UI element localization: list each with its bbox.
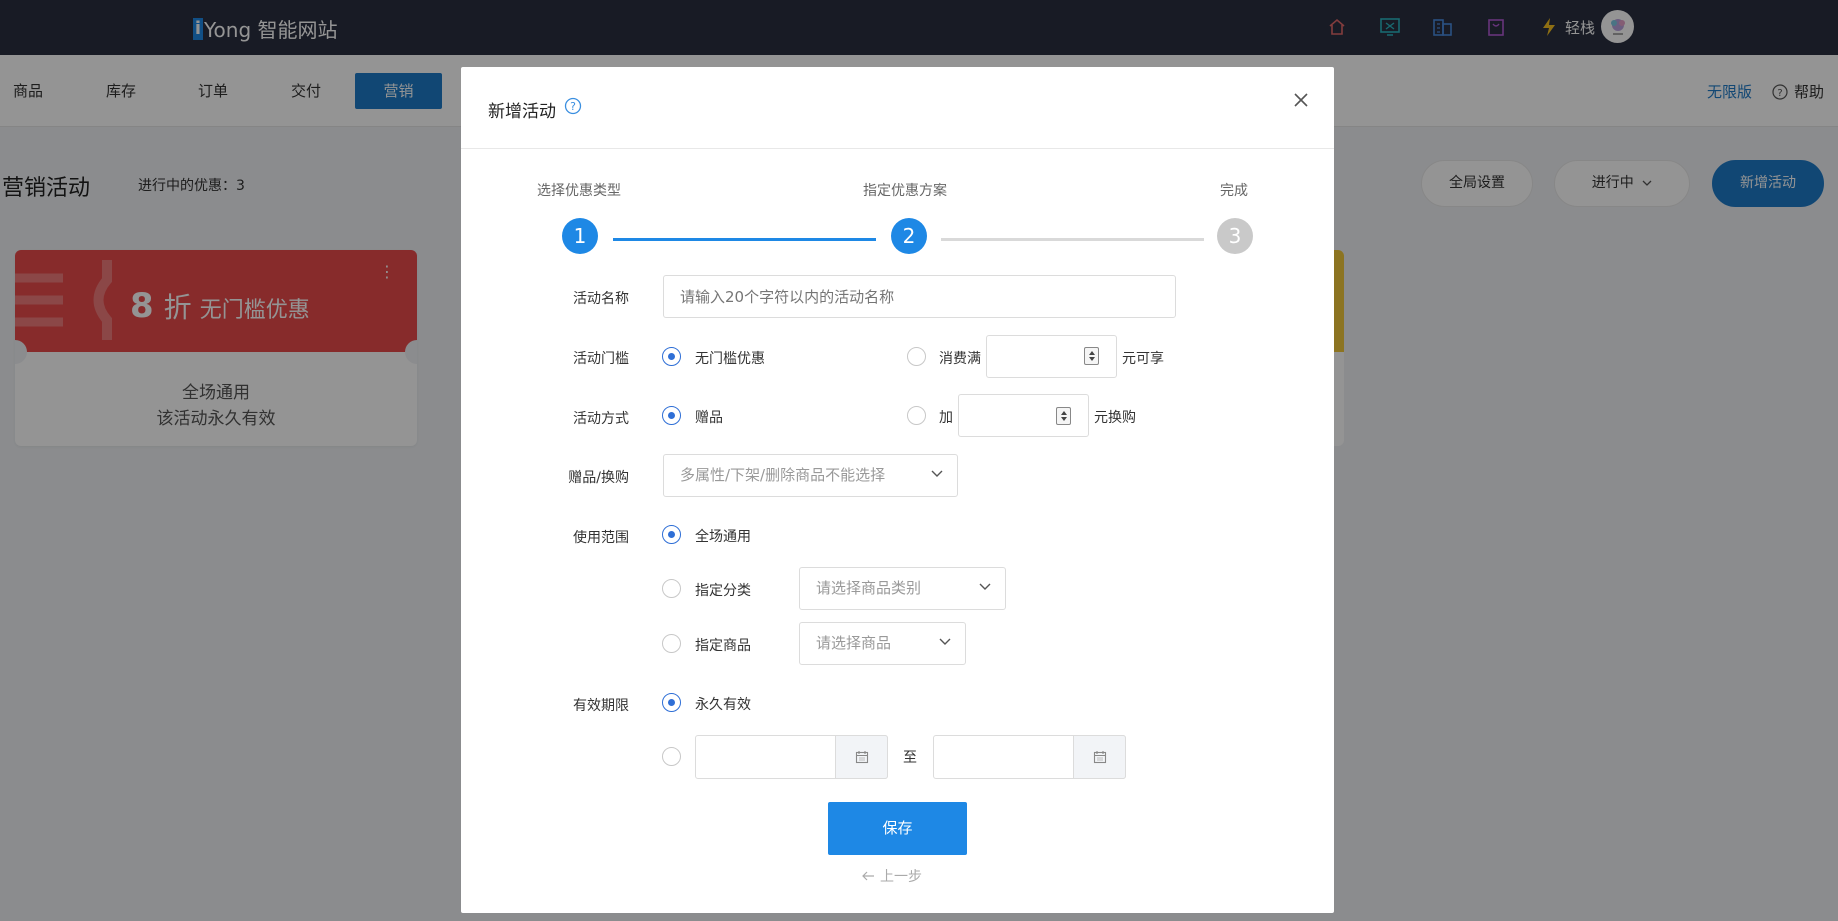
step-line-1 xyxy=(613,238,876,241)
step-3-circle: 3 xyxy=(1217,218,1253,254)
activity-name-input[interactable] xyxy=(663,275,1176,318)
step-2-label: 指定优惠方案 xyxy=(863,183,947,199)
threshold-none-text: 无门槛优惠 xyxy=(695,351,765,367)
method-addon-radio[interactable] xyxy=(907,406,926,425)
step-2-circle: 2 xyxy=(891,218,927,254)
scope-all-text: 全场通用 xyxy=(695,529,751,545)
gift-label: 赠品/换购 xyxy=(568,470,629,486)
validity-permanent-radio[interactable] xyxy=(662,693,681,712)
threshold-label: 活动门槛 xyxy=(573,351,629,367)
modal-header: 新增活动 ? xyxy=(461,67,1334,149)
gift-select-placeholder: 多属性/下架/删除商品不能选择 xyxy=(680,466,886,484)
method-label: 活动方式 xyxy=(573,411,629,427)
threshold-min-suffix: 元可享 xyxy=(1122,351,1164,367)
start-calendar-button[interactable] xyxy=(835,735,888,779)
validity-permanent-text: 永久有效 xyxy=(695,697,751,713)
date-separator: 至 xyxy=(903,750,917,766)
step-line-2 xyxy=(941,238,1204,241)
end-date-input[interactable] xyxy=(933,735,1126,779)
step-1-label: 选择优惠类型 xyxy=(537,183,621,199)
start-date-input[interactable] xyxy=(695,735,888,779)
validity-label: 有效期限 xyxy=(573,698,629,714)
method-addon-prefix: 加 xyxy=(939,410,953,426)
modal-title: 新增活动 xyxy=(488,102,556,122)
end-calendar-button[interactable] xyxy=(1073,735,1126,779)
svg-text:?: ? xyxy=(570,100,576,113)
scope-category-text: 指定分类 xyxy=(695,583,751,599)
calendar-icon xyxy=(855,751,868,764)
scope-label: 使用范围 xyxy=(573,530,629,546)
scope-all-radio[interactable] xyxy=(662,525,681,544)
save-button[interactable]: 保存 xyxy=(828,802,967,855)
back-label: 上一步 xyxy=(880,869,922,885)
step-1-circle: 1 xyxy=(562,218,598,254)
method-gift-radio[interactable] xyxy=(662,406,681,425)
step-3-label: 完成 xyxy=(1220,183,1248,199)
question-circle-icon[interactable]: ? xyxy=(564,97,582,115)
chevron-down-icon xyxy=(939,638,951,645)
threshold-none-radio[interactable] xyxy=(662,347,681,366)
method-addon-suffix: 元换购 xyxy=(1094,410,1136,426)
scope-category-radio[interactable] xyxy=(662,579,681,598)
product-select-placeholder: 请选择商品 xyxy=(816,634,892,652)
close-button[interactable] xyxy=(1286,85,1316,115)
calendar-icon xyxy=(1093,751,1106,764)
close-icon xyxy=(1294,93,1308,107)
chevron-down-icon xyxy=(931,470,943,477)
method-gift-text: 赠品 xyxy=(695,410,723,426)
back-link[interactable]: 上一步 xyxy=(861,866,922,886)
category-select[interactable]: 请选择商品类别 xyxy=(799,567,1006,610)
scope-product-radio[interactable] xyxy=(662,634,681,653)
threshold-min-prefix: 消费满 xyxy=(939,351,981,367)
activity-name-label: 活动名称 xyxy=(573,291,629,307)
validity-range-radio[interactable] xyxy=(662,747,681,766)
chevron-down-icon xyxy=(979,583,991,590)
product-select[interactable]: 请选择商品 xyxy=(799,622,966,665)
threshold-amount-stepper[interactable] xyxy=(1084,347,1099,365)
new-activity-modal: 新增活动 ? 选择优惠类型 指定优惠方案 完成 1 2 3 活动名称 活动门槛 … xyxy=(461,67,1334,913)
gift-select[interactable]: 多属性/下架/删除商品不能选择 xyxy=(663,454,958,497)
scope-product-text: 指定商品 xyxy=(695,638,751,654)
threshold-min-radio[interactable] xyxy=(907,347,926,366)
addon-amount-stepper[interactable] xyxy=(1056,407,1071,425)
category-select-placeholder: 请选择商品类别 xyxy=(816,579,922,597)
arrow-left-icon xyxy=(862,871,874,881)
